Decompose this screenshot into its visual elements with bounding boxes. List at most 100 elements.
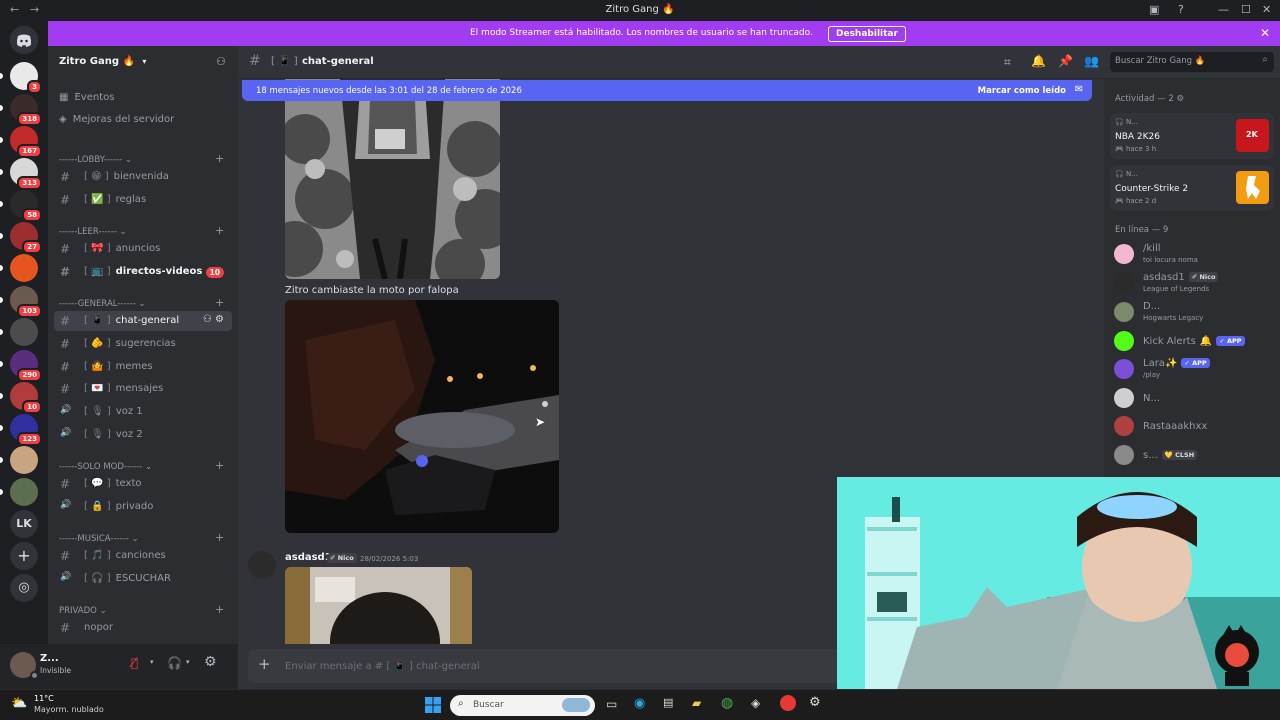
close-banner-icon[interactable]: ✕: [1260, 26, 1270, 40]
activity-card-1[interactable]: 🎧 N... NBA 2K26 🎮 hace 3 h 2K: [1110, 113, 1274, 159]
events-item[interactable]: ▦ Eventos: [59, 92, 114, 103]
photo-attachment-1[interactable]: [285, 79, 500, 279]
channel-voz-1[interactable]: 🔊 [ 🎙 ] voz 1: [54, 402, 232, 422]
server-icon[interactable]: 123: [10, 414, 42, 446]
channel-mensajes[interactable]: # [ 💌 ] mensajes: [54, 379, 232, 399]
avatar: [1114, 416, 1134, 436]
help-icon[interactable]: ?: [1178, 3, 1184, 16]
audio-options-chevron-icon[interactable]: ▾: [186, 658, 190, 666]
search-box[interactable]: Buscar Zitro Gang 🔥 ⌕: [1110, 52, 1274, 72]
channel-anuncios[interactable]: # [ 🎀 ] anuncios: [54, 239, 232, 259]
category-header[interactable]: ------GENERAL------ ⌄: [59, 299, 146, 309]
category-header[interactable]: ------LEER------ ⌄: [59, 227, 127, 237]
channel-bienvenida[interactable]: # [ 😁 ] bienvenida: [54, 167, 232, 187]
member-item[interactable]: s... 💛 CLSH: [1114, 443, 1274, 469]
create-channel-icon[interactable]: +: [215, 531, 224, 544]
server-icon[interactable]: [10, 446, 38, 474]
channel-privado[interactable]: 🔊 [ 🔒 ] privado: [54, 497, 232, 517]
server-icon[interactable]: 10: [10, 382, 42, 414]
edge-icon[interactable]: ◉: [634, 696, 645, 711]
mark-read-button[interactable]: Marcar como leído: [978, 86, 1066, 96]
server-icon[interactable]: [10, 478, 38, 506]
channel-directos-videos[interactable]: # [ 📺 ] directos-videos 10: [54, 262, 232, 282]
threads-icon[interactable]: ⌗: [1004, 55, 1011, 70]
channel-canciones[interactable]: # [ 🎵 ] canciones: [54, 546, 232, 566]
channel-escuchar[interactable]: 🔊 [ 🎧 ] ESCUCHAR: [54, 569, 232, 589]
chrome-icon[interactable]: ◍: [721, 695, 733, 711]
mic-options-chevron-icon[interactable]: ▾: [150, 658, 154, 666]
create-channel-icon[interactable]: +: [215, 296, 224, 309]
photo-attachment-2[interactable]: ➤: [285, 300, 559, 533]
channel-chat-general[interactable]: # [ 📱 ] chat-general ⚇ ⚙: [54, 311, 232, 331]
settings-app-icon[interactable]: ⚙: [809, 695, 821, 710]
member-item[interactable]: D... Hogwarts Legacy: [1114, 300, 1274, 326]
member-item[interactable]: Rastaaakhxx: [1114, 414, 1274, 440]
boost-item[interactable]: ◈ Mejoras del servidor: [59, 114, 174, 125]
member-list-icon[interactable]: 👥: [1084, 54, 1099, 68]
create-channel-icon[interactable]: +: [215, 603, 224, 616]
attach-plus-icon[interactable]: +: [258, 655, 271, 673]
task-view-icon[interactable]: ▭: [606, 697, 617, 711]
discover-icon[interactable]: ◎: [10, 574, 38, 602]
maximize-icon[interactable]: ☐: [1241, 3, 1251, 16]
add-server-icon[interactable]: +: [10, 542, 38, 570]
server-icon[interactable]: 58: [10, 190, 42, 222]
channel-settings-icon[interactable]: ⚇ ⚙: [203, 314, 224, 325]
server-icon[interactable]: 318: [10, 94, 42, 126]
member-item[interactable]: /kill toi locura noma: [1114, 242, 1274, 268]
settings-gear-icon[interactable]: ⚙: [204, 654, 217, 670]
server-icon[interactable]: 313: [10, 158, 42, 190]
category-header[interactable]: PRIVADO ⌄: [59, 606, 107, 616]
channel-memes[interactable]: # [ 🤷 ] memes: [54, 357, 232, 377]
member-item[interactable]: asdasd1 ✐ Nico League of Legends: [1114, 271, 1274, 297]
taskbar-search[interactable]: ⌕ Buscar: [450, 695, 595, 716]
store-icon[interactable]: ▤: [663, 696, 673, 709]
category-header[interactable]: ------LOBBY------ ⌄: [59, 155, 132, 165]
file-explorer-icon[interactable]: ▰: [692, 696, 701, 710]
channel-texto[interactable]: # [ 💬 ] texto: [54, 474, 232, 494]
discord-home-icon[interactable]: [10, 26, 38, 54]
add-member-icon[interactable]: ⚇: [216, 55, 226, 68]
weather-icon[interactable]: ⛅: [11, 696, 27, 711]
disable-streamer-button[interactable]: Deshabilitar: [828, 26, 906, 42]
server-icon[interactable]: 167: [10, 126, 42, 158]
server-lk-icon[interactable]: LK: [10, 510, 38, 538]
pin-icon[interactable]: 📌: [1058, 54, 1073, 68]
server-icon[interactable]: 103: [10, 286, 42, 318]
close-window-icon[interactable]: ✕: [1262, 3, 1271, 16]
minimize-icon[interactable]: —: [1218, 3, 1229, 16]
new-messages-bar[interactable]: 18 mensajes nuevos desde las 3:01 del 28…: [242, 80, 1092, 101]
channel-nopor[interactable]: # nopor: [54, 618, 232, 638]
photo-attachment-3[interactable]: [285, 567, 472, 644]
notification-bell-icon[interactable]: 🔔: [1031, 54, 1046, 68]
server-icon[interactable]: 27: [10, 222, 42, 254]
hashtag-icon: #: [60, 193, 71, 207]
category-header[interactable]: ------MUSICA------ ⌄: [59, 534, 139, 544]
app-icon[interactable]: ◈: [751, 696, 760, 710]
channel-reglas[interactable]: # [ ✅ ] reglas: [54, 190, 232, 210]
category-header[interactable]: ------SOLO MOD------ ⌄: [59, 462, 152, 472]
server-icon[interactable]: 3: [10, 62, 42, 94]
message-avatar[interactable]: [248, 551, 276, 579]
inbox-icon[interactable]: ▣: [1149, 3, 1159, 16]
member-item[interactable]: N...: [1114, 386, 1274, 412]
app-badge-label: APP: [1192, 359, 1207, 367]
channel-sugerencias[interactable]: # [ 🫵 ] sugerencias: [54, 334, 232, 354]
create-channel-icon[interactable]: +: [215, 459, 224, 472]
server-icon[interactable]: [10, 254, 38, 282]
member-item[interactable]: Kick Alerts 🔔 ✓ APP: [1114, 329, 1274, 355]
activity-card-2[interactable]: 🎧 N... Counter-Strike 2 🎮 hace 2 d: [1110, 165, 1274, 211]
server-icon[interactable]: [10, 318, 38, 346]
mic-muted-icon[interactable]: 🎙̸: [131, 656, 138, 670]
gear-icon[interactable]: ⚙: [1176, 94, 1184, 104]
recording-app-icon[interactable]: [780, 695, 796, 711]
create-channel-icon[interactable]: +: [215, 224, 224, 237]
channel-voz-2[interactable]: 🔊 [ 🎙 ] voz 2: [54, 425, 232, 445]
windows-start-icon[interactable]: [425, 697, 441, 713]
headphones-muted-icon[interactable]: 🎧: [167, 656, 182, 670]
member-item[interactable]: Lara✨ ✓ APP/play: [1114, 357, 1274, 383]
create-channel-icon[interactable]: +: [215, 152, 224, 165]
server-name[interactable]: Zitro Gang 🔥 ▾: [59, 56, 146, 67]
message-author[interactable]: asdasd1: [285, 552, 332, 563]
server-icon[interactable]: 290: [10, 350, 42, 382]
